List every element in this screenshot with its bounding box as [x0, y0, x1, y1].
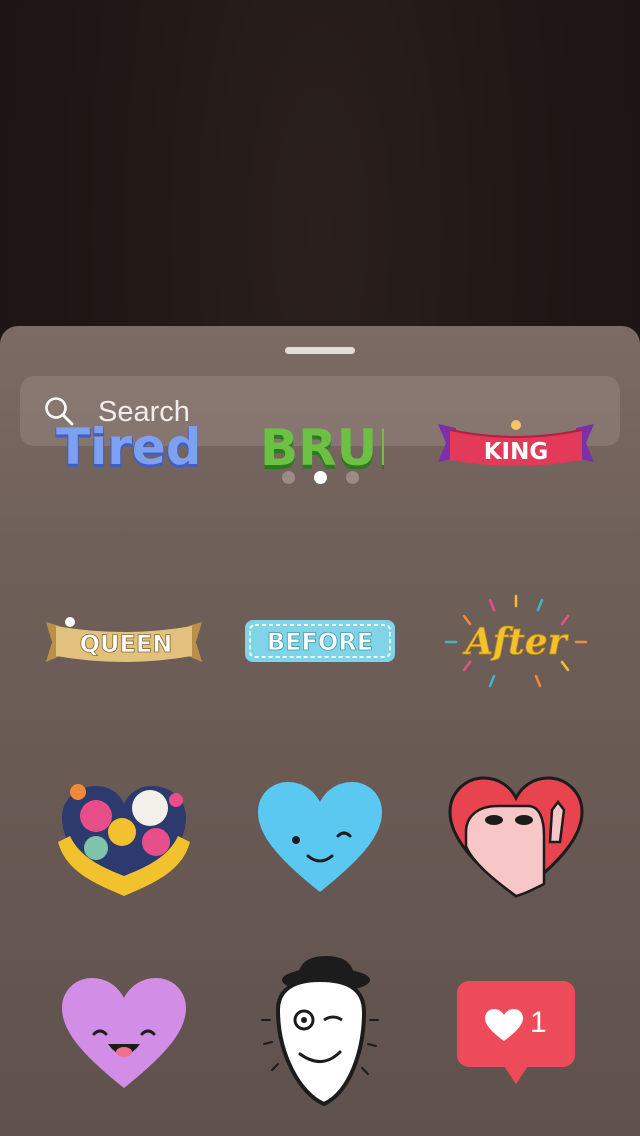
sticker-after-text: After	[462, 621, 569, 663]
sticker-floral-heart-hands[interactable]	[56, 776, 192, 898]
sticker-bruh-text: BRUH	[260, 419, 384, 474]
sticker-like-counter[interactable]: 1	[456, 980, 576, 1086]
sticker-purple-heart-smile[interactable]	[60, 976, 188, 1090]
like-count: 1	[530, 1006, 547, 1039]
sticker-before[interactable]: BEFORE	[244, 619, 396, 663]
sticker-queen[interactable]: QUEEN	[46, 612, 202, 670]
sticker-bruh[interactable]: BRUH BRUH	[258, 414, 384, 474]
sticker-after[interactable]: After	[440, 594, 592, 692]
sticker-tired-text: Tired	[56, 418, 197, 474]
page-dot-2[interactable]	[314, 471, 327, 484]
sticker-before-text: BEFORE	[267, 628, 373, 656]
page-dot-3[interactable]	[346, 471, 359, 484]
sheet-drag-handle[interactable]	[285, 347, 355, 354]
sticker-blue-heart-wink[interactable]	[256, 780, 384, 894]
sticker-queen-text: QUEEN	[80, 630, 173, 658]
camera-background	[0, 0, 640, 330]
sticker-king[interactable]: KING	[438, 418, 594, 472]
sticker-king-text: KING	[484, 439, 549, 465]
sticker-tired[interactable]: Tired Tired	[52, 412, 197, 474]
heart-icon	[485, 1009, 523, 1041]
page-indicator	[280, 471, 360, 485]
page-dot-1[interactable]	[282, 471, 295, 484]
sticker-bowler-hat-character[interactable]	[254, 954, 386, 1110]
sticker-red-heart-character[interactable]	[448, 776, 584, 898]
